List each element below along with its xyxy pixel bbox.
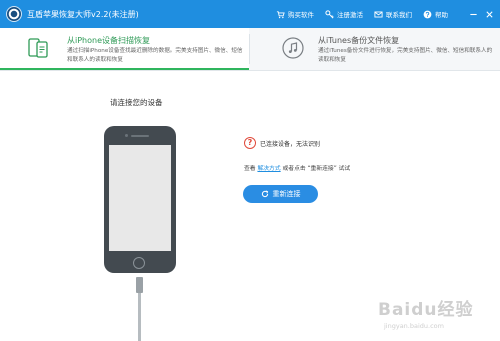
app-title: 互盾苹果恢复大师v2.2(未注册) [27,9,139,19]
hint-suffix: 或者点击 “重新连接” 试试 [282,166,351,172]
page-title: 请连接您的设备 [110,98,163,107]
phone-scan-icon [26,36,50,60]
baidu-watermark: Baidu经验 [378,300,474,320]
menu-buy[interactable]: 购买软件 [276,9,314,19]
reconnect-label: 重新连接 [272,190,301,198]
music-note-icon [281,36,305,60]
hint-text: 查看 解决方式 或者点击 “重新连接” 试试 [244,163,350,172]
phone-home-button [133,257,145,269]
title-bar: 互盾苹果恢复大师v2.2(未注册) 购买软件 注册激活 联系我们 帮助 [0,0,500,28]
phone-screen [109,145,171,251]
hint-prefix: 查看 [244,166,256,172]
menu-buy-label: 购买软件 [288,11,314,19]
menu-help[interactable]: 帮助 [423,9,448,19]
tab-iphone-scan-title: 从iPhone设备扫描恢复 [67,36,151,45]
phone-speaker [131,135,149,137]
tab-itunes-backup-desc: 通过iTunes备份文件进行恢复，完美支持图片、微信、短信和联系人的读取和恢复 [318,48,493,63]
tab-iphone-scan[interactable]: 从iPhone设备扫描恢复 通过扫描iPhone设备查找最近删除的数据。完美支持… [0,28,249,70]
mail-icon [374,10,383,19]
question-mark-icon: ? [244,137,256,149]
solution-link[interactable]: 解决方式 [257,166,280,172]
reconnect-button[interactable]: 重新连接 [243,185,318,203]
app-logo-icon [6,6,22,22]
cart-icon [276,10,285,19]
tab-iphone-scan-desc: 通过扫描iPhone设备查找最近删除的数据。完美支持图片、微信、短信和联系人的读… [67,48,243,63]
window-controls [462,0,494,28]
top-menu: 购买软件 注册激活 联系我们 帮助 [276,0,459,28]
iphone-illustration [104,126,176,273]
usb-cable [138,293,141,341]
close-icon[interactable] [484,9,494,19]
phone-camera [125,134,128,137]
key-icon [325,9,334,19]
menu-contact-label: 联系我们 [386,11,412,19]
menu-contact[interactable]: 联系我们 [374,9,412,19]
baidu-watermark-url: jingyan.baidu.com [384,322,444,330]
connection-status: ? 已连接设备，无法识别 [244,137,320,149]
question-icon [423,10,432,19]
minimize-icon[interactable] [468,9,478,19]
refresh-icon [261,190,269,198]
menu-register-label: 注册激活 [337,11,363,19]
menu-register[interactable]: 注册激活 [325,9,363,19]
mode-tabs: 从iPhone设备扫描恢复 通过扫描iPhone设备查找最近删除的数据。完美支持… [0,28,500,71]
tab-itunes-backup-title: 从iTunes备份文件恢复 [318,36,400,45]
menu-help-label: 帮助 [435,11,448,19]
cable-plug [136,277,143,293]
tab-itunes-backup[interactable]: 从iTunes备份文件恢复 通过iTunes备份文件进行恢复，完美支持图片、微信… [250,28,500,70]
status-text: 已连接设备，无法识别 [260,140,321,148]
